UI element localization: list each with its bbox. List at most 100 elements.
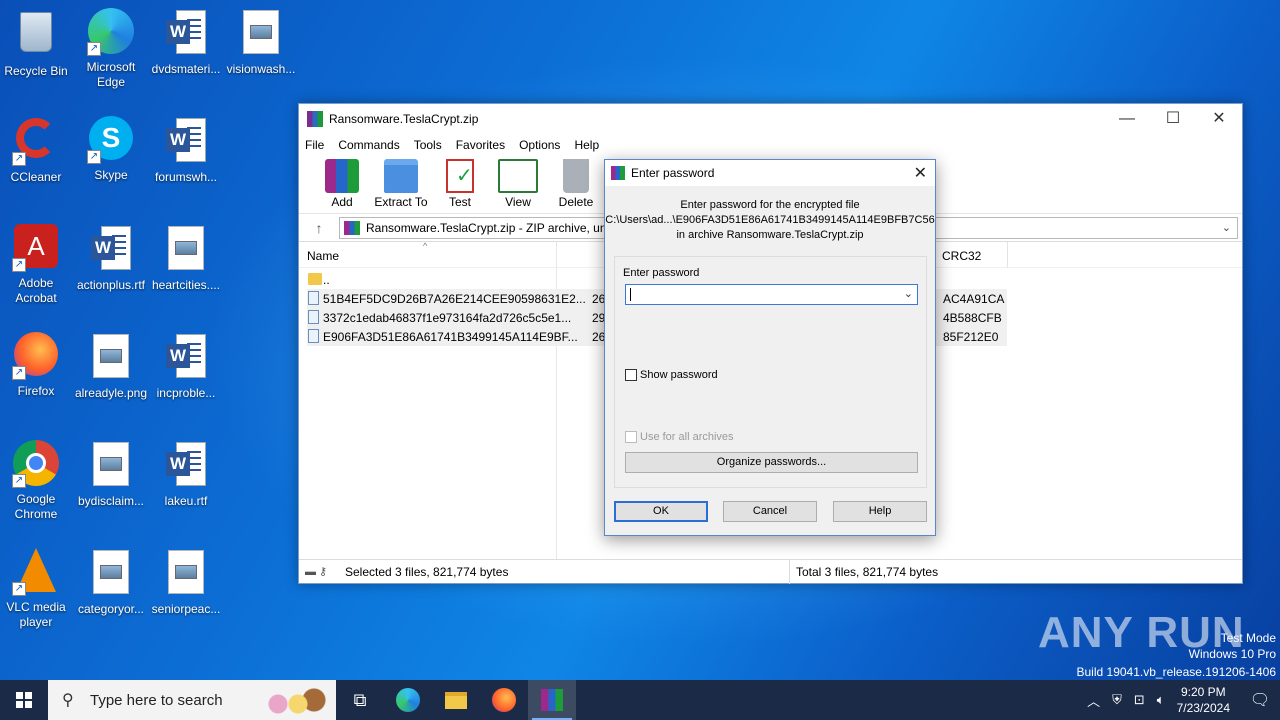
column-name-header[interactable]: Name [307, 249, 339, 263]
file-crc32: AC4A91CA [943, 292, 1005, 306]
security-icon[interactable]: ⛨ [1112, 692, 1122, 708]
taskbar-winrar[interactable] [528, 680, 576, 720]
start-button[interactable] [0, 680, 48, 720]
skype-icon: S ↗ [87, 116, 135, 164]
use-for-all-archives-checkbox[interactable]: Use for all archives [625, 431, 734, 443]
desktop-icon-adobe-acrobat[interactable]: A ↗ Adobe Acrobat [0, 224, 74, 306]
message-line: Enter password for the encrypted file [680, 199, 860, 211]
desktop-icon-label: visionwash... [226, 62, 296, 76]
add-label: Add [331, 195, 353, 209]
close-icon[interactable]: ✕ [914, 163, 927, 183]
taskbar-edge[interactable] [384, 680, 432, 720]
watermark-build: Build 19041.vb_release.191206-1406 [1076, 665, 1277, 679]
dialog-title-bar[interactable]: Enter password ✕ [605, 160, 935, 186]
view-book-icon [498, 159, 538, 193]
desktop-icon-label: Google Chrome [14, 492, 58, 521]
desktop-icon-visionwash[interactable]: visionwash... [223, 8, 299, 77]
menu-commands[interactable]: Commands [338, 138, 399, 152]
word-document-icon: W [162, 334, 210, 382]
desktop-icon-recycle-bin[interactable]: Recycle Bin [0, 8, 74, 79]
maximize-button[interactable]: ☐ [1150, 104, 1196, 134]
desktop-icon-microsoft-edge[interactable]: ↗ Microsoft Edge [73, 8, 149, 90]
desktop-icon-label: lakeu.rtf [164, 494, 208, 508]
clock[interactable]: 9:20 PM 7/23/2024 [1177, 684, 1230, 716]
word-document-icon: W [162, 10, 210, 58]
desktop-icon-label: Skype [94, 168, 128, 182]
desktop-icon-forumswh[interactable]: W forumswh... [148, 116, 224, 185]
view-button[interactable]: View [489, 156, 547, 209]
desktop-icon-label: incproble... [156, 386, 216, 400]
chevron-up-icon[interactable]: ︿ [1087, 691, 1100, 710]
desktop-icon-label: categoryor... [77, 602, 145, 616]
test-button[interactable]: Test [431, 156, 489, 209]
delete-button[interactable]: Delete [547, 156, 605, 209]
menu-file[interactable]: File [305, 138, 324, 152]
taskbar-search[interactable]: ⚲ Type here to search [48, 680, 336, 720]
password-input[interactable]: ⌄ [625, 284, 918, 305]
desktop-icon-alreadyle[interactable]: alreadyle.png [73, 332, 149, 401]
ok-button[interactable]: OK [614, 501, 708, 522]
clock-date: 7/23/2024 [1176, 701, 1230, 715]
drive-key-icon: ▬ ⚷ [305, 566, 328, 578]
desktop-icon-heartcities[interactable]: heartcities.... [148, 224, 224, 293]
sort-arrow-icon: ^ [423, 241, 428, 251]
desktop-icon-firefox[interactable]: ↗ Firefox [0, 332, 74, 399]
help-button[interactable]: Help [833, 501, 927, 522]
extract-to-button[interactable]: Extract To [371, 156, 431, 209]
menu-options[interactable]: Options [519, 138, 560, 152]
file-icon [308, 310, 319, 324]
chevron-down-icon[interactable]: ⌄ [904, 287, 913, 300]
menu-favorites[interactable]: Favorites [456, 138, 505, 152]
cancel-button[interactable]: Cancel [723, 501, 817, 522]
desktop-icon-label: Recycle Bin [4, 64, 68, 78]
desktop-icon-bydisclaim[interactable]: bydisclaim... [73, 440, 149, 509]
menu-tools[interactable]: Tools [414, 138, 442, 152]
file-name: E906FA3D51E86A61741B3499145A114E9BF... [323, 330, 578, 344]
menu-help[interactable]: Help [574, 138, 599, 152]
desktop-icon-label: VLC media player [6, 600, 66, 629]
image-file-icon [87, 550, 135, 598]
organize-passwords-button[interactable]: Organize passwords... [625, 452, 918, 473]
desktop-icon-categoryor[interactable]: categoryor... [73, 548, 149, 617]
show-password-checkbox[interactable]: Show password [625, 369, 718, 381]
network-icon[interactable]: ⊡ [1134, 692, 1145, 708]
add-button[interactable]: Add [313, 156, 371, 209]
title-bar[interactable]: Ransomware.TeslaCrypt.zip — ☐ ✕ [299, 104, 1242, 134]
chevron-down-icon[interactable]: ⌄ [1222, 221, 1231, 234]
task-view-button[interactable]: ⧉ [336, 680, 384, 720]
desktop-icon-incproble[interactable]: W incproble... [148, 332, 224, 401]
edge-icon [396, 688, 420, 712]
desktop-icon-skype[interactable]: S ↗ Skype [73, 116, 149, 183]
volume-icon[interactable]: 🔈︎ [1157, 692, 1165, 708]
desktop-icon-label: CCleaner [10, 170, 62, 184]
path-text: Ransomware.TeslaCrypt.zip - ZIP archive,… [366, 220, 607, 235]
winrar-icon [611, 166, 625, 180]
extract-to-label: Extract To [374, 195, 428, 209]
up-arrow-icon[interactable]: ↑ [299, 220, 339, 236]
view-label: View [505, 195, 531, 209]
image-file-icon [162, 226, 210, 274]
extract-folder-icon [384, 159, 418, 193]
desktop-icon-vlc[interactable]: ↗ VLC media player [0, 548, 74, 630]
search-placeholder: Type here to search [90, 691, 223, 709]
desktop-icon-actionplus[interactable]: W actionplus.rtf [73, 224, 149, 293]
enter-password-dialog: Enter password ✕ Enter password for the … [604, 159, 936, 536]
password-group: Enter password ⌄ Show password Use for a… [614, 256, 927, 488]
desktop-icon-label: actionplus.rtf [76, 278, 146, 292]
taskbar-firefox[interactable] [480, 680, 528, 720]
notification-icon[interactable]: 🗨︎ [1240, 690, 1280, 710]
desktop-icon-lakeu[interactable]: W lakeu.rtf [148, 440, 224, 509]
image-file-icon [87, 442, 135, 490]
desktop-icon-ccleaner[interactable]: ↗ CCleaner [0, 116, 74, 185]
taskbar-file-explorer[interactable] [432, 680, 480, 720]
test-label: Test [448, 195, 471, 209]
message-line: in archive Ransomware.TeslaCrypt.zip [676, 229, 864, 241]
desktop-icon-google-chrome[interactable]: ↗ Google Chrome [0, 440, 74, 522]
file-crc32: 85F212E0 [943, 330, 999, 344]
column-crc32-header[interactable]: CRC32 [942, 249, 981, 263]
close-button[interactable]: ✕ [1196, 104, 1242, 134]
desktop-icon-seniorpeac[interactable]: seniorpeac... [148, 548, 224, 617]
desktop-icon-dvdsmateri[interactable]: W dvdsmateri... [148, 8, 224, 77]
minimize-button[interactable]: — [1104, 104, 1150, 134]
menu-bar: File Commands Tools Favorites Options He… [299, 134, 1242, 156]
